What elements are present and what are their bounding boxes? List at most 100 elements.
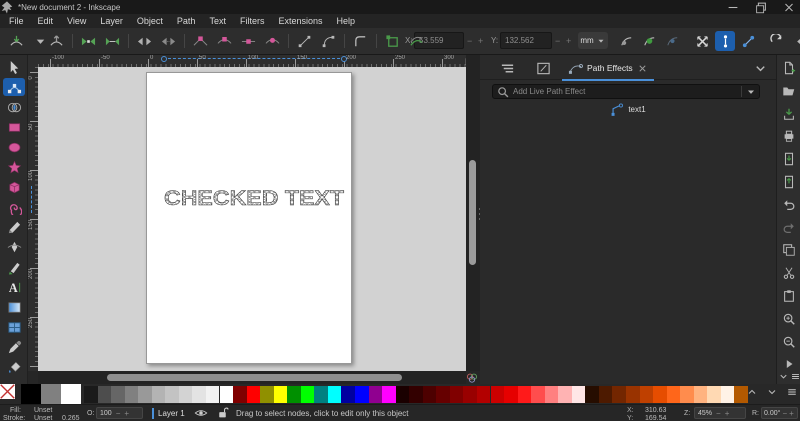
palette-swatch[interactable]	[138, 386, 152, 403]
node-delete-button[interactable]	[46, 31, 66, 51]
palette-swatch[interactable]	[314, 386, 328, 403]
menu-object[interactable]: Object	[130, 14, 170, 28]
palette-swatch[interactable]	[21, 384, 41, 404]
palette-swatch[interactable]	[84, 386, 98, 403]
menu-view[interactable]: View	[60, 14, 93, 28]
palette-swatch[interactable]	[192, 386, 206, 403]
rect-tool[interactable]	[3, 118, 25, 136]
menu-edit[interactable]: Edit	[31, 14, 61, 28]
node-cusp-button[interactable]	[190, 31, 210, 51]
menu-layer[interactable]: Layer	[93, 14, 130, 28]
document-save-button[interactable]	[781, 106, 797, 122]
tab-path-effects[interactable]: Path Effects	[562, 57, 654, 81]
palette-swatch[interactable]	[504, 386, 518, 403]
palette-swatch[interactable]	[653, 386, 667, 403]
printer-button[interactable]	[781, 128, 797, 144]
palette-swatch[interactable]	[558, 386, 572, 403]
opacity-decrement[interactable]: −	[116, 409, 121, 418]
show-bezier-handles-button[interactable]	[715, 31, 735, 51]
commands-overflow-chevron-icon[interactable]	[778, 371, 789, 382]
y-increment-button[interactable]: +	[566, 36, 571, 46]
canvas[interactable]: CHECKED TEXT	[38, 67, 466, 371]
zoom-decrement[interactable]: −	[716, 409, 721, 418]
palette-swatch[interactable]	[544, 386, 559, 403]
palette-swatch[interactable]	[41, 384, 61, 404]
cut-button[interactable]	[781, 265, 797, 281]
lpe-refresh-button[interactable]	[766, 31, 786, 51]
opacity-increment[interactable]: +	[124, 409, 129, 418]
menu-extensions[interactable]: Extensions	[271, 14, 329, 28]
menu-text[interactable]: Text	[202, 14, 233, 28]
star-tool[interactable]	[3, 158, 25, 176]
palette-swatch[interactable]	[449, 386, 464, 403]
export-button[interactable]	[781, 174, 797, 190]
lpe-item-text1[interactable]: text1	[480, 101, 776, 118]
palette-swatch[interactable]	[287, 386, 301, 403]
segment-line-button[interactable]	[294, 31, 314, 51]
y-decrement-button[interactable]: −	[555, 36, 560, 46]
rotation-increment[interactable]: +	[789, 409, 794, 418]
node-delete-segment-button[interactable]	[158, 31, 178, 51]
horizontal-ruler[interactable]: -100 -50 0 50 100 150 200 250 300	[38, 55, 466, 67]
paste-button[interactable]	[781, 288, 797, 304]
palette-swatch[interactable]	[97, 386, 112, 403]
palette-swatch[interactable]	[598, 386, 613, 403]
palette-swatch[interactable]	[368, 386, 383, 403]
shape-builder-tool[interactable]	[3, 98, 25, 116]
palette-swatch[interactable]	[219, 386, 234, 403]
palette-swatch[interactable]	[436, 386, 450, 403]
palette-swatch[interactable]	[382, 386, 396, 403]
palette-swatch[interactable]	[409, 386, 423, 403]
palette-swatch[interactable]	[707, 386, 721, 403]
palette-swatch[interactable]	[531, 386, 545, 403]
layer-visibility-eye-icon[interactable]	[194, 406, 208, 420]
gradient-tool[interactable]	[3, 298, 25, 316]
text-tool[interactable]: A	[3, 278, 25, 296]
corners-lpe-button[interactable]	[350, 31, 370, 51]
node-join-button[interactable]	[78, 31, 98, 51]
horizontal-scrollbar-thumb[interactable]	[107, 374, 402, 381]
current-layer-label[interactable]: Layer 1	[158, 409, 185, 418]
no-color-swatch[interactable]	[0, 384, 21, 404]
node-insert-button[interactable]	[6, 31, 26, 51]
tab-fill-stroke[interactable]	[536, 57, 551, 79]
palette-swatch[interactable]	[626, 386, 640, 403]
ellipse-tool[interactable]	[3, 138, 25, 156]
menu-filters[interactable]: Filters	[233, 14, 272, 28]
pen-tool[interactable]	[3, 238, 25, 256]
duplicate-button[interactable]	[781, 242, 797, 258]
palette-swatch[interactable]	[680, 386, 694, 403]
zoom-out-button[interactable]	[781, 334, 797, 350]
undo-button[interactable]	[781, 197, 797, 213]
import-button[interactable]	[781, 151, 797, 167]
layer-unlock-icon[interactable]	[216, 406, 229, 419]
palette-swatch[interactable]	[300, 386, 315, 403]
selector-tool[interactable]	[3, 58, 25, 76]
palette-swatch[interactable]	[165, 386, 179, 403]
mesh-tool[interactable]	[3, 318, 25, 336]
fill-value[interactable]: Unset	[34, 407, 52, 414]
palette-swatch[interactable]	[639, 386, 654, 403]
palette-swatch[interactable]	[111, 386, 125, 403]
palette-swatch[interactable]	[61, 384, 81, 404]
tab-close-icon[interactable]	[637, 63, 648, 74]
calligraphy-tool[interactable]	[3, 258, 25, 276]
zoom-increment[interactable]: +	[725, 409, 730, 418]
y-coord-input[interactable]: 132.562	[500, 32, 552, 49]
horizontal-scrollbar[interactable]	[38, 371, 466, 384]
rotation-decrement[interactable]: −	[782, 409, 787, 418]
palette-swatch[interactable]	[612, 386, 626, 403]
edit-masks-button[interactable]	[639, 31, 659, 51]
node-break-button[interactable]	[134, 31, 154, 51]
menu-path[interactable]: Path	[170, 14, 203, 28]
folder-open-button[interactable]	[781, 83, 797, 99]
dropper-tool[interactable]	[3, 338, 25, 356]
palette-menu-icon[interactable]	[786, 386, 798, 398]
3dbox-tool[interactable]	[3, 178, 25, 196]
palette-swatch[interactable]	[273, 386, 288, 403]
palette-swatch[interactable]	[260, 386, 274, 403]
zoom-in-button[interactable]	[781, 311, 797, 327]
stroke-to-path-button[interactable]	[406, 31, 426, 51]
stroke-value[interactable]: Unset	[34, 415, 52, 421]
palette-swatch[interactable]	[178, 386, 193, 403]
